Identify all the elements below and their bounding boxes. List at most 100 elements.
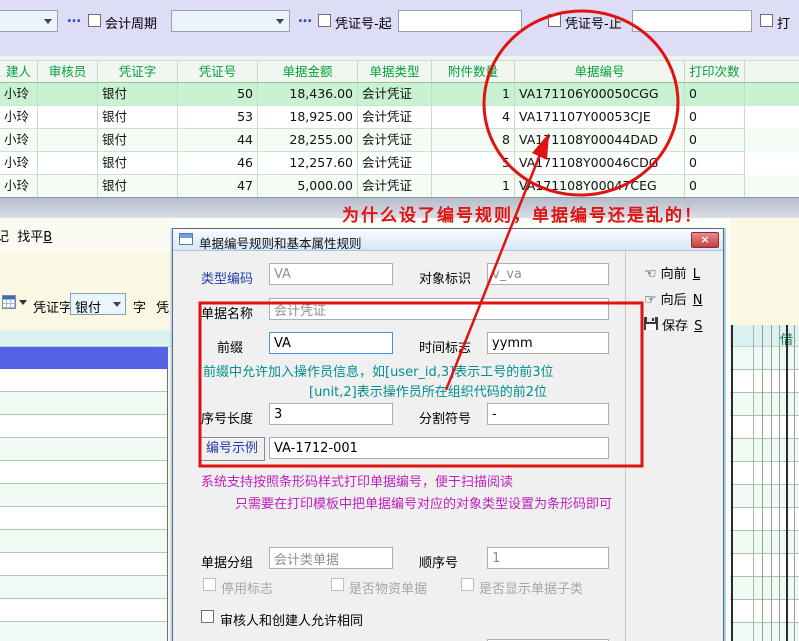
seq-length-field[interactable] (269, 403, 393, 425)
table-cell: 18,436.00 (258, 83, 358, 106)
table-cell: 1 (432, 83, 515, 106)
print-checkbox-label: 打 (777, 13, 790, 32)
column-header[interactable]: 审核员 (38, 61, 98, 82)
period-checkbox[interactable] (88, 14, 101, 27)
table-cell: 28,255.00 (258, 129, 358, 152)
close-button[interactable]: × (691, 232, 719, 248)
filter-bar: … 会计周期 … 凭证号-起 凭证号-止 打 (0, 0, 799, 56)
voucher-entry-pane: 记 找平B 凭证字 银付 字 凭 (0, 218, 172, 641)
chevron-down-icon (113, 302, 121, 307)
ellipsis-button[interactable]: … (67, 10, 82, 26)
window-icon (179, 233, 193, 245)
show-subtype-label: 是否显示单据子类 (479, 578, 583, 597)
ledger-column-rule (794, 325, 795, 641)
table-cell (38, 175, 98, 198)
ledger-yellow-area (730, 218, 799, 325)
table-row[interactable]: 小玲银付475,000.00会计凭证1VA171108Y00047CEG0 (0, 175, 799, 198)
numbering-rule-dialog: 单据编号规则和基本属性规则 × 类型编码 对象标识 单据名称 前缀 时间标志 前… (172, 228, 724, 641)
barcode-hint-line1: 系统支持按照条形码样式打印单据编号，便于扫描阅读 (201, 471, 513, 490)
table-cell: 银付 (98, 152, 178, 175)
forward-button[interactable]: ☜向前 L (644, 263, 700, 282)
barcode-hint-line2: 只需要在打印模板中把单据编号对应的对象类型设置为条形码即可 (235, 493, 612, 512)
grid-icon[interactable] (2, 295, 16, 309)
table-cell: VA171108Y00046CDG (515, 152, 685, 175)
sample-number-button[interactable]: 编号示例 (199, 437, 265, 461)
second-select[interactable] (171, 10, 290, 32)
voucher-to-checkbox[interactable] (548, 14, 561, 27)
ledger-column-rule (753, 325, 754, 641)
table-row[interactable]: 小玲银付5018,436.00会计凭证1VA171106Y00050CGG0 (0, 83, 799, 106)
chevron-down-icon[interactable] (19, 300, 27, 305)
time-flag-field[interactable] (487, 332, 609, 354)
splitter-bar (0, 197, 799, 218)
voucher-to-input[interactable] (632, 10, 752, 32)
table-cell: 银付 (98, 129, 178, 152)
table-cell: 小玲 (0, 83, 38, 106)
voucher-word-select[interactable]: 银付 (70, 293, 126, 315)
column-header[interactable]: 打印次数 (685, 61, 745, 82)
type-code-field (269, 263, 393, 285)
doc-group-label: 单据分组 (201, 552, 253, 571)
selected-entry-row[interactable] (0, 347, 168, 369)
material-doc-checkbox (331, 578, 344, 591)
separator-field[interactable] (487, 403, 609, 425)
table-cell: 0 (685, 152, 745, 175)
table-cell: 小玲 (0, 106, 38, 129)
voucher-from-checkbox[interactable] (318, 14, 331, 27)
prefix-hint-line2: [unit,2]表示操作员所在组织代码的前2位 (309, 381, 547, 400)
disable-flag-label: 停用标志 (221, 578, 273, 597)
entry-grid-rows[interactable] (0, 369, 168, 641)
table-cell: 0 (685, 83, 745, 106)
column-header[interactable]: 凭证字 (98, 61, 178, 82)
separator-label: 分割符号 (419, 408, 471, 427)
backward-button[interactable]: ☞向后 N (644, 289, 702, 308)
doc-group-field (269, 547, 393, 569)
ellipsis-button[interactable]: … (298, 10, 313, 26)
doc-name-label: 单据名称 (201, 303, 253, 322)
same-person-checkbox[interactable] (201, 610, 214, 623)
column-header[interactable]: 单据金额 (258, 61, 358, 82)
dialog-title: 单据编号规则和基本属性规则 (199, 233, 362, 252)
table-cell: 0 (685, 129, 745, 152)
partial-label: 凭 (156, 297, 169, 316)
menu-item-partial[interactable]: 记 找平B (0, 226, 52, 245)
table-row[interactable]: 小玲银付5318,925.00会计凭证4VA171107Y00053CJE0 (0, 106, 799, 129)
table-cell: VA171106Y00050CGG (515, 83, 685, 106)
word-suffix-label: 字 (133, 297, 146, 316)
ledger-grid-rows[interactable] (730, 347, 799, 641)
column-header[interactable]: 附件数量 (432, 61, 515, 82)
table-cell: 小玲 (0, 129, 38, 152)
period-select[interactable] (0, 10, 58, 32)
table-cell: 18,925.00 (258, 106, 358, 129)
table-cell: 会计凭证 (358, 152, 432, 175)
save-button[interactable]: 保存 S (644, 315, 702, 334)
prefix-field[interactable] (269, 332, 393, 354)
table-cell: 会计凭证 (358, 129, 432, 152)
column-header[interactable]: 建人 (0, 61, 38, 82)
ledger-column-rule (731, 325, 733, 641)
voucher-toolbar: 凭证字 银付 字 凭 (0, 293, 172, 317)
voucher-from-input[interactable] (398, 10, 522, 32)
dialog-titlebar[interactable]: 单据编号规则和基本属性规则 × (173, 229, 723, 251)
print-checkbox[interactable] (760, 14, 773, 27)
table-cell: 0 (685, 175, 745, 198)
table-cell: 53 (178, 106, 258, 129)
table-cell: VA171108Y00044DAD (515, 129, 685, 152)
hand-left-icon: ☜ (644, 266, 657, 282)
column-header[interactable]: 单据类型 (358, 61, 432, 82)
table-row[interactable]: 小玲银付4428,255.00会计凭证8VA171108Y00044DAD0 (0, 129, 799, 152)
voucher-from-label: 凭证号-起 (335, 13, 392, 32)
prefix-label: 前缀 (217, 337, 243, 356)
save-floppy-icon (644, 318, 658, 334)
prefix-hint-line1: 前缀中允许加入操作员信息，如[user_id,3]表示工号的前3位 (203, 361, 554, 380)
type-code-label: 类型编码 (201, 268, 253, 287)
table-body: 小玲银付5018,436.00会计凭证1VA171106Y00050CGG0小玲… (0, 83, 799, 198)
table-row[interactable]: 小玲银付4612,257.60会计凭证5VA171108Y00046CDG0 (0, 152, 799, 175)
column-header[interactable]: 单据编号 (515, 61, 685, 82)
object-id-field (487, 263, 609, 285)
hand-right-icon: ☞ (644, 292, 657, 308)
voucher-word-label: 凭证字 (33, 297, 72, 316)
column-header[interactable]: 凭证号 (178, 61, 258, 82)
table-cell: 小玲 (0, 152, 38, 175)
sample-number-field[interactable] (269, 437, 609, 459)
